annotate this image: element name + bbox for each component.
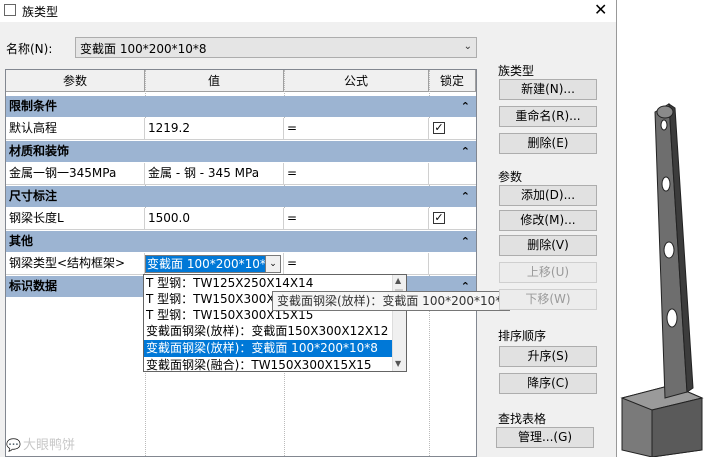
dropdown-option[interactable]: 变截面钢梁(放样)：变截面150X300X12X12 bbox=[144, 323, 396, 340]
group-title: 标识数据 bbox=[9, 279, 58, 293]
chevron-down-icon: ⌄ bbox=[463, 41, 472, 52]
family-types-label: 族类型 bbox=[498, 64, 535, 78]
param-formula[interactable]: = bbox=[284, 253, 429, 274]
param-formula[interactable]: = bbox=[284, 208, 429, 229]
dropdown-option-selected[interactable]: 变截面钢梁(放样)：变截面 100*200*10*8 bbox=[144, 340, 396, 357]
type-name-value: 变截面 100*200*10*8 bbox=[80, 42, 207, 56]
beam-type-dropdown-list[interactable]: T 型钢：TW125X250X14X14 T 型钢：TW150X300X T 型… bbox=[143, 274, 407, 372]
collapse-icon[interactable]: ⌃ bbox=[461, 186, 470, 207]
delete-type-button[interactable]: 删除(E) bbox=[499, 133, 597, 154]
table-row[interactable]: 默认高程 1219.2 = ✓ bbox=[6, 118, 476, 140]
param-name: 钢梁类型<结构框架> bbox=[6, 253, 145, 274]
group-title: 其他 bbox=[9, 234, 34, 248]
param-name: 金属一钢一345MPa bbox=[6, 163, 145, 184]
rename-type-button[interactable]: 重命名(R)... bbox=[499, 106, 597, 127]
param-value[interactable]: 1500.0 bbox=[145, 208, 284, 229]
table-row[interactable]: 金属一钢一345MPa 金属 - 钢 - 345 MPa = bbox=[6, 163, 476, 185]
dropdown-scrollbar[interactable]: ▲ ▼ bbox=[392, 275, 406, 371]
name-label: 名称(N): bbox=[6, 42, 53, 56]
group-header-constraints[interactable]: 限制条件 ⌃ bbox=[6, 96, 476, 117]
param-formula[interactable]: = bbox=[284, 163, 429, 184]
chat-icon: 💬 bbox=[6, 438, 21, 452]
sort-ascending-button[interactable]: 升序(S) bbox=[499, 346, 597, 367]
combo-selected-text: 变截面 100*200*10*8 bbox=[146, 256, 275, 272]
move-up-button[interactable]: 上移(U) bbox=[499, 262, 597, 283]
group-header-other[interactable]: 其他 ⌃ bbox=[6, 231, 476, 252]
sort-descending-button[interactable]: 降序(C) bbox=[499, 373, 597, 394]
lock-checkbox[interactable]: ✓ bbox=[433, 212, 445, 224]
new-type-button[interactable]: 新建(N)... bbox=[499, 79, 597, 100]
column-header-formula[interactable]: 公式 bbox=[284, 70, 429, 92]
param-name: 默认高程 bbox=[6, 118, 145, 139]
type-name-select[interactable]: 变截面 100*200*10*8 ⌄ bbox=[75, 37, 477, 58]
param-value[interactable]: 金属 - 钢 - 345 MPa bbox=[145, 163, 284, 184]
dialog-title: 族类型 bbox=[22, 5, 59, 19]
lookup-tables-label: 查找表格 bbox=[498, 412, 547, 426]
group-header-dimensions[interactable]: 尺寸标注 ⌃ bbox=[6, 186, 476, 207]
param-value[interactable]: 1219.2 bbox=[145, 118, 284, 139]
column-header-parameter[interactable]: 参数 bbox=[6, 70, 145, 92]
group-title: 限制条件 bbox=[9, 99, 58, 113]
table-row[interactable]: 钢梁长度L 1500.0 = ✓ bbox=[6, 208, 476, 230]
add-parameter-button[interactable]: 添加(D)... bbox=[499, 185, 597, 206]
group-title: 材质和装饰 bbox=[9, 144, 70, 158]
option-tooltip: 变截面钢梁(放样)：变截面 100*200*10*8 bbox=[272, 291, 510, 311]
move-down-button[interactable]: 下移(W) bbox=[499, 289, 597, 310]
param-formula[interactable]: = bbox=[284, 118, 429, 139]
chevron-down-icon[interactable]: ⌄ bbox=[265, 256, 280, 272]
model-viewport[interactable] bbox=[617, 0, 724, 458]
title-bar: 族类型 ✕ bbox=[0, 0, 616, 22]
delete-parameter-button[interactable]: 删除(V) bbox=[499, 235, 597, 256]
group-header-materials[interactable]: 材质和装饰 ⌃ bbox=[6, 141, 476, 162]
sort-order-label: 排序顺序 bbox=[498, 329, 547, 343]
family-types-dialog: 族类型 ✕ 名称(N): 变截面 100*200*10*8 ⌄ 参数 值 公式 … bbox=[0, 0, 617, 457]
collapse-icon[interactable]: ⌃ bbox=[461, 231, 470, 252]
app-icon bbox=[4, 4, 16, 16]
collapse-icon[interactable]: ⌃ bbox=[461, 96, 470, 117]
watermark: 💬 大眼鸭饼 bbox=[6, 434, 75, 453]
scroll-down-icon[interactable]: ▼ bbox=[395, 359, 401, 368]
dropdown-option[interactable]: 变截面钢梁(融合)：TW150X300X15X15 bbox=[144, 357, 396, 371]
lock-checkbox[interactable]: ✓ bbox=[433, 122, 445, 134]
dropdown-option[interactable]: T 型钢：TW125X250X14X14 bbox=[144, 275, 396, 292]
beam-type-combo[interactable]: 变截面 100*200*10*8 ⌄ bbox=[145, 255, 281, 273]
close-icon[interactable]: ✕ bbox=[594, 0, 607, 20]
scroll-up-icon[interactable]: ▲ bbox=[395, 276, 401, 285]
modify-parameter-button[interactable]: 修改(M)... bbox=[499, 210, 597, 231]
collapse-icon[interactable]: ⌃ bbox=[461, 141, 470, 162]
parameters-label: 参数 bbox=[498, 170, 523, 184]
column-header-value[interactable]: 值 bbox=[145, 70, 284, 92]
param-name: 钢梁长度L bbox=[6, 208, 145, 229]
manage-lookup-tables-button[interactable]: 管理...(G) bbox=[496, 427, 594, 448]
group-title: 尺寸标注 bbox=[9, 189, 58, 203]
watermark-text: 大眼鸭饼 bbox=[22, 438, 75, 453]
column-header-lock[interactable]: 锁定 bbox=[429, 70, 476, 92]
beam-model-3d bbox=[620, 103, 704, 458]
